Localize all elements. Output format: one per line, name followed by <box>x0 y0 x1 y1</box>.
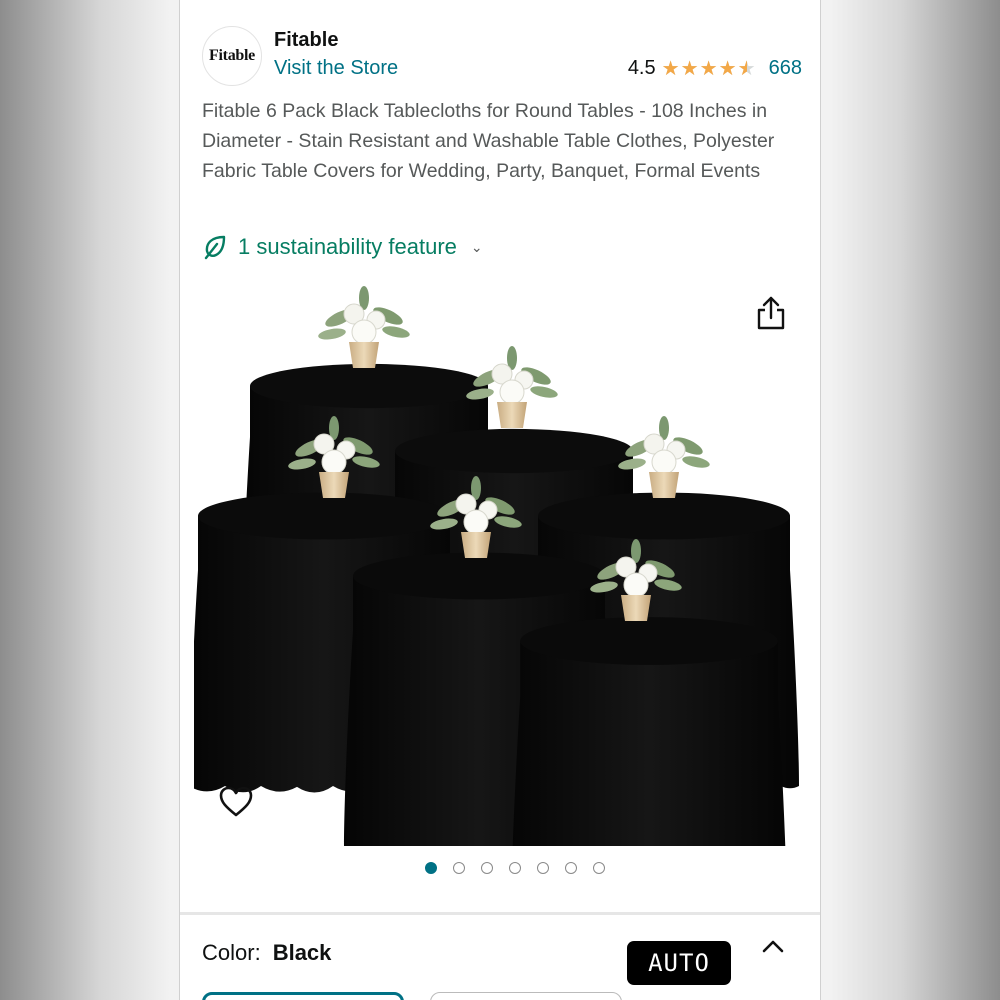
star-icon: ★ ★ <box>680 57 699 80</box>
star-icon: ★ ★ <box>699 57 718 80</box>
brand-header: Fitable Fitable Visit the Store 4.5 ★ ★ ★ ★… <box>202 24 802 86</box>
selected-color-value: Black <box>272 940 332 965</box>
sustainability-label: 1 sustainability feature <box>238 234 457 259</box>
carousel-dot[interactable] <box>565 862 577 874</box>
color-label: Color: <box>202 940 261 965</box>
carousel-dot[interactable] <box>509 862 521 874</box>
rating-summary[interactable]: 4.5 ★ ★ ★ ★ ★ ★ ★ ★ ★ ★ 668 <box>628 57 802 80</box>
chevron-up-icon[interactable] <box>760 934 786 960</box>
auto-badge: AUTO <box>627 941 731 985</box>
visit-store-link[interactable]: Visit the Store <box>274 57 398 80</box>
carousel-dot-active[interactable] <box>425 862 437 874</box>
brand-logo[interactable]: Fitable <box>202 26 262 86</box>
chevron-down-icon: ⌄ <box>470 238 483 255</box>
star-rating: ★ ★ ★ ★ ★ ★ ★ ★ ★ ★ <box>662 59 757 79</box>
color-swatch-selected[interactable] <box>202 992 404 1000</box>
rating-count-link[interactable]: 668 <box>769 57 802 80</box>
carousel-dot[interactable] <box>481 862 493 874</box>
product-title: Fitable 6 Pack Black Tablecloths for Rou… <box>202 100 775 182</box>
star-icon: ★ ★ <box>718 57 737 80</box>
share-icon[interactable] <box>754 294 788 332</box>
heart-icon[interactable] <box>218 784 254 820</box>
carousel-dot[interactable] <box>537 862 549 874</box>
leaf-icon <box>204 235 226 260</box>
carousel-dot[interactable] <box>593 862 605 874</box>
color-swatch[interactable] <box>430 992 622 1000</box>
carousel-dot[interactable] <box>453 862 465 874</box>
sustainability-feature-toggle[interactable]: 1 sustainability feature ⌄ <box>202 234 483 260</box>
star-icon: ★ ★ <box>661 57 680 80</box>
product-image[interactable] <box>194 276 806 846</box>
image-carousel-indicators[interactable] <box>180 862 820 874</box>
section-divider <box>180 912 820 915</box>
product-page: Fitable Fitable Visit the Store 4.5 ★ ★ ★ ★… <box>180 0 820 1000</box>
color-selector-header: Color: Black <box>202 940 331 966</box>
store-name: Fitable <box>274 29 339 51</box>
rating-value: 4.5 <box>627 57 656 79</box>
star-icon: ★ ★ <box>737 57 756 80</box>
